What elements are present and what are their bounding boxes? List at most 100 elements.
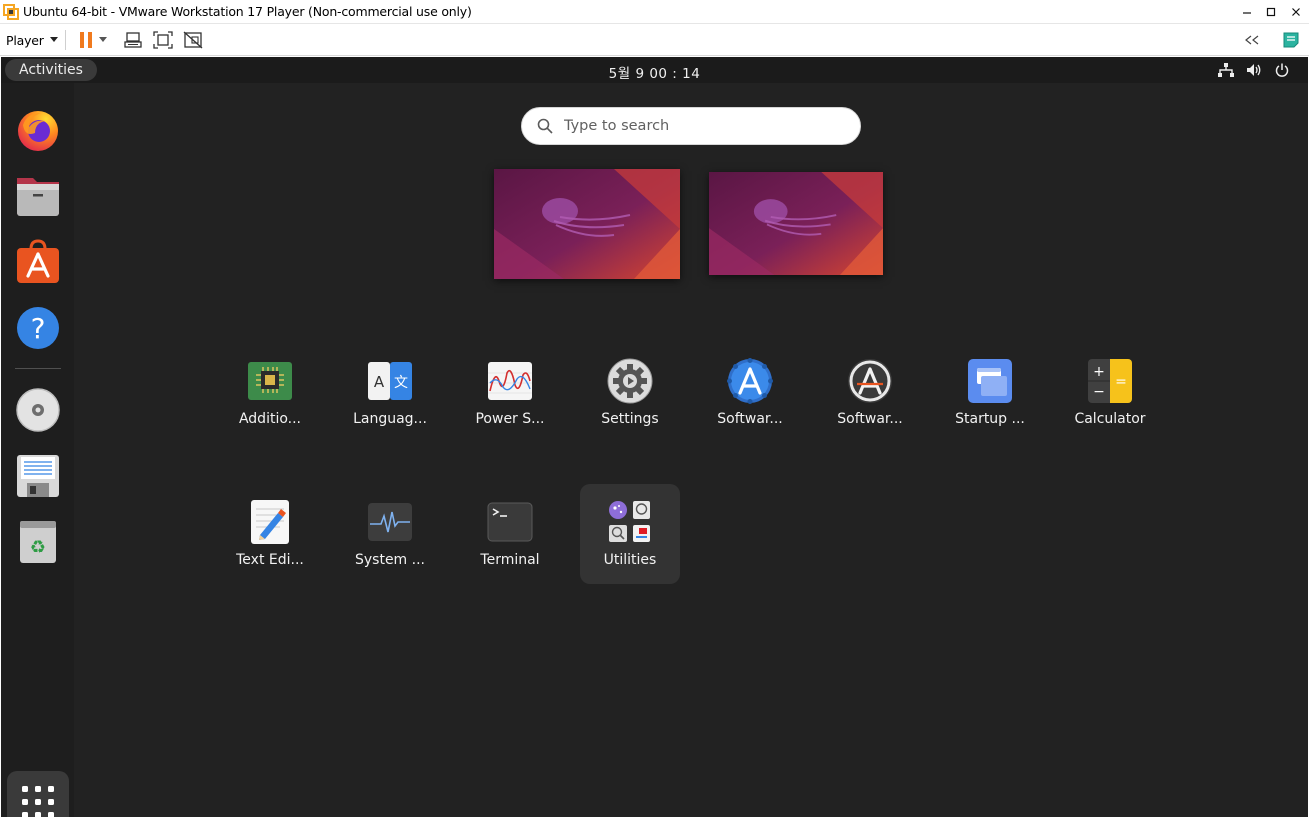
collapse-toolbar-icon: [1245, 35, 1259, 45]
gnome-top-bar: Activities 5월 9 00 : 14: [1, 57, 1308, 83]
software-store-icon: [17, 239, 59, 283]
close-button[interactable]: [1283, 0, 1309, 24]
text-editor-icon: [246, 498, 294, 546]
dock-files[interactable]: [13, 171, 63, 221]
dock-trash[interactable]: ♻: [13, 517, 63, 567]
svg-text:=: =: [1115, 374, 1127, 390]
app-label: Additio...: [238, 411, 302, 427]
maximize-icon: [1266, 7, 1276, 17]
trash-icon: ♻: [20, 521, 56, 563]
search-bar: [521, 107, 861, 145]
clock[interactable]: 5월 9 00 : 14: [1, 62, 1308, 82]
window-titlebar: Ubuntu 64-bit - VMware Workstation 17 Pl…: [0, 0, 1309, 24]
software-updater-icon: [726, 357, 774, 405]
full-screen-button[interactable]: [151, 28, 175, 52]
settings-gear-icon: [606, 357, 654, 405]
send-ctrl-alt-del-icon: [124, 32, 142, 48]
app-utilities-folder[interactable]: Utilities: [580, 484, 680, 584]
app-label: Languag...: [353, 411, 427, 427]
app-grid-icon: [22, 786, 54, 817]
calculator-icon: + − =: [1086, 357, 1134, 405]
firefox-icon: [18, 111, 58, 151]
app-label: System ...: [354, 552, 425, 568]
workspace-1-thumbnail[interactable]: [494, 169, 680, 279]
utilities-folder-icon: [606, 498, 654, 546]
app-label: Terminal: [480, 552, 540, 568]
wallpaper-jellyfish: [709, 172, 883, 275]
power-icon: [1275, 63, 1289, 77]
message-log-button[interactable]: [1279, 28, 1303, 52]
app-language-support[interactable]: A 文 Languag...: [340, 343, 440, 443]
cd-drive-icon: [16, 388, 60, 432]
dock-ubuntu-software[interactable]: [13, 237, 63, 287]
language-icon: A 文: [366, 357, 414, 405]
minimize-button[interactable]: [1234, 0, 1260, 24]
dock-floppy-drive[interactable]: [13, 451, 63, 501]
unity-icon: [183, 31, 203, 49]
wallpaper-jellyfish: [494, 169, 680, 279]
floppy-drive-icon: [17, 455, 59, 497]
network-icon: [1218, 63, 1234, 77]
dock-firefox[interactable]: [13, 105, 63, 155]
app-system-monitor[interactable]: System ...: [340, 484, 440, 584]
pause-icon: [80, 32, 92, 48]
dock-help[interactable]: ?: [13, 303, 63, 353]
app-text-editor[interactable]: Text Edi...: [220, 484, 320, 584]
app-software-properties[interactable]: Softwar...: [820, 343, 920, 443]
system-monitor-icon: [366, 498, 414, 546]
app-settings[interactable]: Settings: [580, 343, 680, 443]
close-icon: [1292, 8, 1300, 16]
app-software-updater[interactable]: Softwar...: [700, 343, 800, 443]
files-icon: [17, 178, 59, 216]
app-label: Settings: [601, 411, 659, 427]
svg-text:−: −: [1093, 384, 1105, 400]
full-screen-icon: [153, 31, 173, 49]
unity-button[interactable]: [181, 28, 205, 52]
app-additional-drivers[interactable]: Additio...: [220, 343, 320, 443]
app-label: Utilities: [603, 552, 657, 568]
volume-indicator[interactable]: [1245, 61, 1263, 79]
help-icon: ?: [17, 307, 59, 349]
guest-screen[interactable]: Activities 5월 9 00 : 14 ? ♻ Type to sear…: [1, 57, 1308, 817]
chip-icon: [246, 357, 294, 405]
toolbar-divider: [65, 30, 66, 50]
player-toolbar: Player: [0, 24, 1309, 56]
app-terminal[interactable]: Terminal: [460, 484, 560, 584]
pause-dropdown-button[interactable]: [96, 28, 110, 52]
startup-disk-icon: [966, 357, 1014, 405]
power-statistics-icon: [486, 357, 534, 405]
chevron-down-icon: [49, 37, 58, 42]
dock-cd-drive[interactable]: [13, 385, 63, 435]
search-input[interactable]: [564, 118, 824, 134]
vmware-icon: [3, 4, 19, 20]
app-label: Calculator: [1074, 411, 1146, 427]
terminal-icon: [486, 498, 534, 546]
player-menu-label: Player: [6, 32, 44, 48]
app-power-statistics[interactable]: Power S...: [460, 343, 560, 443]
app-label: Power S...: [475, 411, 545, 427]
send-ctrl-alt-del-button[interactable]: [121, 28, 145, 52]
app-label: Softwar...: [837, 411, 903, 427]
network-indicator[interactable]: [1217, 61, 1235, 79]
app-calculator[interactable]: + − = Calculator: [1060, 343, 1160, 443]
message-log-icon: [1283, 32, 1299, 48]
maximize-button[interactable]: [1258, 0, 1284, 24]
pause-button[interactable]: [74, 28, 98, 52]
svg-text:♻: ♻: [30, 537, 46, 558]
app-label: Text Edi...: [236, 552, 304, 568]
dropdown-arrow-icon: [99, 37, 107, 42]
power-indicator[interactable]: [1273, 61, 1291, 79]
volume-icon: [1247, 64, 1261, 76]
collapse-toolbar-button[interactable]: [1240, 28, 1264, 52]
svg-text:?: ?: [31, 312, 46, 345]
workspace-2-thumbnail[interactable]: [709, 172, 883, 275]
window-title: Ubuntu 64-bit - VMware Workstation 17 Pl…: [23, 4, 472, 19]
show-applications-button[interactable]: [7, 771, 69, 817]
player-menu-button[interactable]: Player: [6, 30, 58, 50]
svg-text:+: +: [1093, 364, 1105, 380]
app-startup-disk-creator[interactable]: Startup ...: [940, 343, 1040, 443]
minimize-icon: [1243, 12, 1251, 14]
svg-text:文: 文: [394, 375, 408, 391]
svg-text:A: A: [374, 373, 385, 391]
search-icon: [536, 117, 554, 135]
